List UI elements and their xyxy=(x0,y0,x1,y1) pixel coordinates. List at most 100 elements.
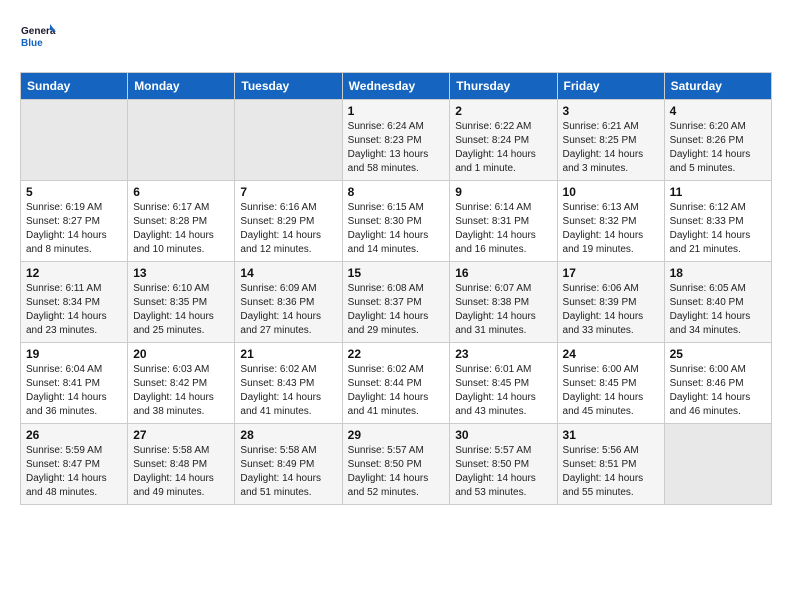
day-number: 7 xyxy=(240,185,336,199)
day-number: 22 xyxy=(348,347,445,361)
day-info: Sunrise: 6:12 AM Sunset: 8:33 PM Dayligh… xyxy=(670,201,766,257)
day-info: Sunrise: 6:24 AM Sunset: 8:23 PM Dayligh… xyxy=(348,120,445,176)
calendar-cell: 2 Sunrise: 6:22 AM Sunset: 8:24 PM Daylig… xyxy=(450,100,557,181)
calendar-cell: 10 Sunrise: 6:13 AM Sunset: 8:32 PM Dayli… xyxy=(557,181,664,262)
day-number: 25 xyxy=(670,347,766,361)
calendar-cell: 1 Sunrise: 6:24 AM Sunset: 8:23 PM Daylig… xyxy=(342,100,450,181)
day-info: Sunrise: 6:15 AM Sunset: 8:30 PM Dayligh… xyxy=(348,201,445,257)
day-number: 10 xyxy=(563,185,659,199)
calendar-cell: 5 Sunrise: 6:19 AM Sunset: 8:27 PM Daylig… xyxy=(21,181,128,262)
day-info: Sunrise: 5:57 AM Sunset: 8:50 PM Dayligh… xyxy=(455,444,551,500)
column-header-sunday: Sunday xyxy=(21,73,128,100)
week-row-5: 26 Sunrise: 5:59 AM Sunset: 8:47 PM Dayli… xyxy=(21,424,772,505)
calendar-cell: 25 Sunrise: 6:00 AM Sunset: 8:46 PM Dayli… xyxy=(664,343,771,424)
calendar-cell: 27 Sunrise: 5:58 AM Sunset: 8:48 PM Dayli… xyxy=(128,424,235,505)
day-info: Sunrise: 6:00 AM Sunset: 8:46 PM Dayligh… xyxy=(670,363,766,419)
day-info: Sunrise: 6:06 AM Sunset: 8:39 PM Dayligh… xyxy=(563,282,659,338)
calendar-cell: 13 Sunrise: 6:10 AM Sunset: 8:35 PM Dayli… xyxy=(128,262,235,343)
calendar-cell: 3 Sunrise: 6:21 AM Sunset: 8:25 PM Daylig… xyxy=(557,100,664,181)
calendar-cell xyxy=(128,100,235,181)
day-info: Sunrise: 6:19 AM Sunset: 8:27 PM Dayligh… xyxy=(26,201,122,257)
day-info: Sunrise: 6:02 AM Sunset: 8:43 PM Dayligh… xyxy=(240,363,336,419)
day-info: Sunrise: 6:17 AM Sunset: 8:28 PM Dayligh… xyxy=(133,201,229,257)
day-number: 24 xyxy=(563,347,659,361)
calendar-cell: 11 Sunrise: 6:12 AM Sunset: 8:33 PM Dayli… xyxy=(664,181,771,262)
column-header-wednesday: Wednesday xyxy=(342,73,450,100)
calendar-cell: 31 Sunrise: 5:56 AM Sunset: 8:51 PM Dayli… xyxy=(557,424,664,505)
day-number: 9 xyxy=(455,185,551,199)
header-row: SundayMondayTuesdayWednesdayThursdayFrid… xyxy=(21,73,772,100)
day-info: Sunrise: 6:13 AM Sunset: 8:32 PM Dayligh… xyxy=(563,201,659,257)
day-info: Sunrise: 5:57 AM Sunset: 8:50 PM Dayligh… xyxy=(348,444,445,500)
day-info: Sunrise: 6:04 AM Sunset: 8:41 PM Dayligh… xyxy=(26,363,122,419)
week-row-2: 5 Sunrise: 6:19 AM Sunset: 8:27 PM Daylig… xyxy=(21,181,772,262)
calendar-cell: 22 Sunrise: 6:02 AM Sunset: 8:44 PM Dayli… xyxy=(342,343,450,424)
calendar-cell: 7 Sunrise: 6:16 AM Sunset: 8:29 PM Daylig… xyxy=(235,181,342,262)
day-number: 18 xyxy=(670,266,766,280)
day-info: Sunrise: 6:02 AM Sunset: 8:44 PM Dayligh… xyxy=(348,363,445,419)
week-row-1: 1 Sunrise: 6:24 AM Sunset: 8:23 PM Daylig… xyxy=(21,100,772,181)
day-number: 19 xyxy=(26,347,122,361)
day-info: Sunrise: 5:56 AM Sunset: 8:51 PM Dayligh… xyxy=(563,444,659,500)
day-info: Sunrise: 6:08 AM Sunset: 8:37 PM Dayligh… xyxy=(348,282,445,338)
calendar-cell xyxy=(21,100,128,181)
day-number: 30 xyxy=(455,428,551,442)
day-number: 1 xyxy=(348,104,445,118)
day-number: 2 xyxy=(455,104,551,118)
column-header-monday: Monday xyxy=(128,73,235,100)
column-header-saturday: Saturday xyxy=(664,73,771,100)
calendar-cell: 29Sunrise: 5:57 AM Sunset: 8:50 PM Dayli… xyxy=(342,424,450,505)
week-row-3: 12 Sunrise: 6:11 AM Sunset: 8:34 PM Dayli… xyxy=(21,262,772,343)
day-number: 14 xyxy=(240,266,336,280)
calendar-cell: 9Sunrise: 6:14 AM Sunset: 8:31 PM Daylig… xyxy=(450,181,557,262)
day-number: 13 xyxy=(133,266,229,280)
day-info: Sunrise: 6:01 AM Sunset: 8:45 PM Dayligh… xyxy=(455,363,551,419)
logo-svg: General Blue xyxy=(20,20,56,56)
calendar-cell: 23Sunrise: 6:01 AM Sunset: 8:45 PM Dayli… xyxy=(450,343,557,424)
day-number: 11 xyxy=(670,185,766,199)
page-header: General Blue xyxy=(20,20,772,56)
day-info: Sunrise: 5:59 AM Sunset: 8:47 PM Dayligh… xyxy=(26,444,122,500)
calendar-table: SundayMondayTuesdayWednesdayThursdayFrid… xyxy=(20,72,772,505)
day-number: 12 xyxy=(26,266,122,280)
calendar-cell: 24 Sunrise: 6:00 AM Sunset: 8:45 PM Dayli… xyxy=(557,343,664,424)
column-header-friday: Friday xyxy=(557,73,664,100)
day-number: 26 xyxy=(26,428,122,442)
day-info: Sunrise: 5:58 AM Sunset: 8:49 PM Dayligh… xyxy=(240,444,336,500)
day-info: Sunrise: 6:22 AM Sunset: 8:24 PM Dayligh… xyxy=(455,120,551,176)
calendar-cell: 28 Sunrise: 5:58 AM Sunset: 8:49 PM Dayli… xyxy=(235,424,342,505)
day-info: Sunrise: 6:05 AM Sunset: 8:40 PM Dayligh… xyxy=(670,282,766,338)
calendar-cell: 19 Sunrise: 6:04 AM Sunset: 8:41 PM Dayli… xyxy=(21,343,128,424)
day-number: 5 xyxy=(26,185,122,199)
calendar-cell: 14 Sunrise: 6:09 AM Sunset: 8:36 PM Dayli… xyxy=(235,262,342,343)
day-number: 3 xyxy=(563,104,659,118)
calendar-cell: 21Sunrise: 6:02 AM Sunset: 8:43 PM Dayli… xyxy=(235,343,342,424)
calendar-cell: 15 Sunrise: 6:08 AM Sunset: 8:37 PM Dayli… xyxy=(342,262,450,343)
day-number: 31 xyxy=(563,428,659,442)
day-number: 15 xyxy=(348,266,445,280)
week-row-4: 19 Sunrise: 6:04 AM Sunset: 8:41 PM Dayli… xyxy=(21,343,772,424)
day-number: 6 xyxy=(133,185,229,199)
calendar-cell: 8Sunrise: 6:15 AM Sunset: 8:30 PM Daylig… xyxy=(342,181,450,262)
day-info: Sunrise: 6:00 AM Sunset: 8:45 PM Dayligh… xyxy=(563,363,659,419)
column-header-thursday: Thursday xyxy=(450,73,557,100)
calendar-cell: 20Sunrise: 6:03 AM Sunset: 8:42 PM Dayli… xyxy=(128,343,235,424)
day-number: 27 xyxy=(133,428,229,442)
day-info: Sunrise: 6:03 AM Sunset: 8:42 PM Dayligh… xyxy=(133,363,229,419)
calendar-cell: 18 Sunrise: 6:05 AM Sunset: 8:40 PM Dayli… xyxy=(664,262,771,343)
day-info: Sunrise: 6:11 AM Sunset: 8:34 PM Dayligh… xyxy=(26,282,122,338)
day-info: Sunrise: 6:09 AM Sunset: 8:36 PM Dayligh… xyxy=(240,282,336,338)
day-info: Sunrise: 6:16 AM Sunset: 8:29 PM Dayligh… xyxy=(240,201,336,257)
logo: General Blue xyxy=(20,20,56,56)
column-header-tuesday: Tuesday xyxy=(235,73,342,100)
day-info: Sunrise: 6:07 AM Sunset: 8:38 PM Dayligh… xyxy=(455,282,551,338)
day-info: Sunrise: 6:20 AM Sunset: 8:26 PM Dayligh… xyxy=(670,120,766,176)
day-info: Sunrise: 5:58 AM Sunset: 8:48 PM Dayligh… xyxy=(133,444,229,500)
calendar-cell: 6 Sunrise: 6:17 AM Sunset: 8:28 PM Daylig… xyxy=(128,181,235,262)
svg-text:Blue: Blue xyxy=(21,38,43,49)
day-number: 28 xyxy=(240,428,336,442)
day-info: Sunrise: 6:10 AM Sunset: 8:35 PM Dayligh… xyxy=(133,282,229,338)
day-number: 17 xyxy=(563,266,659,280)
calendar-cell: 17 Sunrise: 6:06 AM Sunset: 8:39 PM Dayli… xyxy=(557,262,664,343)
day-info: Sunrise: 6:21 AM Sunset: 8:25 PM Dayligh… xyxy=(563,120,659,176)
